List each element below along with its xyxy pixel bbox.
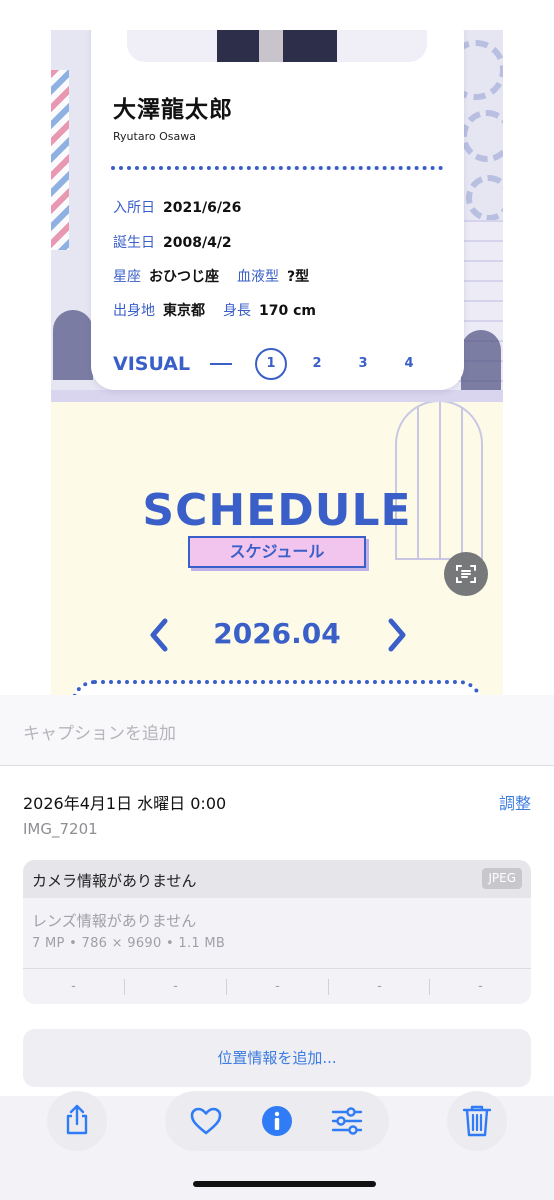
blood-value: ?型 [287, 269, 310, 285]
camera-info-header: カメラ情報がありません JPEG [23, 860, 531, 898]
exif-aperture: - [377, 979, 382, 994]
visual-page-2[interactable]: 2 [301, 348, 333, 380]
caption-field[interactable]: キャプションを追加 [0, 695, 554, 766]
chevron-right-icon[interactable] [381, 617, 413, 653]
heart-icon[interactable] [190, 1107, 222, 1135]
profile-name: 大澤龍太郎 [113, 97, 233, 123]
photo-viewer[interactable]: 大澤龍太郎 Ryutaro Osawa 入所日 2021/6/26 誕生日 2008… [51, 30, 503, 695]
avatar-image [217, 30, 337, 62]
schedule-title: SCHEDULE [142, 485, 412, 536]
adjust-button[interactable]: 調整 [499, 790, 531, 814]
birthday-value: 2008/4/2 [163, 235, 232, 251]
character-silhouette [53, 310, 93, 380]
visual-page-3[interactable]: 3 [347, 348, 379, 380]
format-badge: JPEG [482, 868, 522, 889]
schedule-box [71, 680, 483, 695]
photo-actions-group [165, 1091, 389, 1151]
sign-value: おひつじ座 [149, 269, 219, 285]
live-text-button[interactable] [444, 552, 488, 596]
home-height-row: 出身地 東京都 身長 170 cm [113, 300, 334, 320]
birthday-label: 誕生日 [113, 235, 155, 251]
birthday-row: 誕生日 2008/4/2 [113, 232, 250, 252]
height-label: 身長 [223, 303, 251, 319]
adjust-icon[interactable] [331, 1107, 363, 1135]
visual-pager: VISUAL 1 2 3 4 [113, 345, 453, 381]
chevron-left-icon[interactable] [143, 617, 175, 653]
exif-focal: - [173, 979, 178, 994]
info-icon[interactable] [261, 1105, 293, 1137]
dotted-divider [111, 166, 443, 170]
sign-label: 星座 [113, 269, 141, 285]
live-text-icon [456, 565, 476, 583]
trash-icon [462, 1105, 492, 1137]
gear-icon [466, 175, 503, 221]
visual-page-4[interactable]: 4 [393, 348, 425, 380]
current-month: 2026.04 [213, 617, 341, 650]
profile-card: 大澤龍太郎 Ryutaro Osawa 入所日 2021/6/26 誕生日 2008… [91, 30, 464, 390]
visual-dash [210, 363, 232, 365]
arched-window-decoration [395, 400, 483, 560]
divider [51, 390, 503, 402]
schedule-subtitle: スケジュール [188, 536, 366, 568]
share-icon [66, 1104, 88, 1135]
exif-iso: - [71, 979, 76, 994]
home-indicator [193, 1181, 376, 1187]
sign-blood-row: 星座 おひつじ座 血液型 ?型 [113, 266, 327, 286]
join-date-value: 2021/6/26 [163, 200, 242, 216]
gear-icon [461, 110, 503, 162]
exif-row: - - - - - [23, 968, 531, 1004]
exif-ev: - [275, 979, 280, 994]
add-location-button[interactable]: 位置情報を追加... [23, 1029, 531, 1087]
share-button[interactable] [47, 1091, 107, 1151]
visual-page-1[interactable]: 1 [255, 348, 287, 380]
hometown-label: 出身地 [113, 303, 155, 319]
join-date-label: 入所日 [113, 200, 155, 216]
photo-filename: IMG_7201 [23, 820, 98, 838]
month-navigator: 2026.04 [51, 615, 503, 659]
height-value: 170 cm [259, 303, 316, 319]
delete-button[interactable] [447, 1091, 507, 1151]
avatar [127, 30, 427, 62]
barber-stripe-decoration [51, 70, 69, 250]
exif-shutter: - [478, 979, 483, 994]
lens-info: レンズ情報がありません [32, 912, 197, 930]
caption-placeholder[interactable]: キャプションを追加 [23, 719, 176, 744]
visual-label: VISUAL [113, 353, 191, 375]
profile-romaji: Ryutaro Osawa [113, 130, 196, 143]
camera-info-card: カメラ情報がありません JPEG レンズ情報がありません 7 MP • 786 … [23, 860, 531, 1004]
camera-info-label: カメラ情報がありません [32, 872, 197, 890]
join-date-row: 入所日 2021/6/26 [113, 197, 259, 217]
character-silhouette [461, 330, 501, 390]
hometown-value: 東京都 [163, 303, 205, 319]
blood-label: 血液型 [237, 269, 279, 285]
image-specs: 7 MP • 786 × 9690 • 1.1 MB [32, 936, 226, 951]
photo-datetime: 2026年4月1日 水曜日 0:00 [23, 794, 227, 813]
